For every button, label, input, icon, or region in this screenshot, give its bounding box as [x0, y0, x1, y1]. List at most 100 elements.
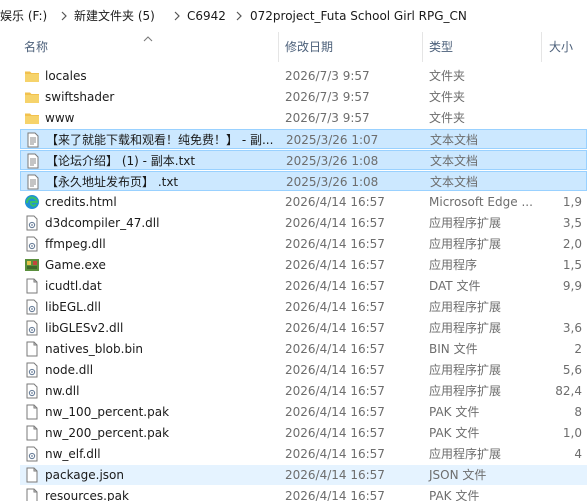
- file-date: 2026/4/14 16:57: [285, 426, 385, 440]
- file-type: PAK 文件: [429, 489, 480, 501]
- file-name: credits.html: [45, 195, 117, 209]
- file-row[interactable]: nw_elf.dll 2026/4/14 16:57 应用程序扩展 4: [20, 444, 587, 464]
- file-size: 1,0: [562, 426, 582, 440]
- file-row[interactable]: resources.pak 2026/4/14 16:57 PAK 文件: [20, 486, 587, 501]
- file-type: PAK 文件: [429, 405, 480, 419]
- file-name: 【来了就能下载和观看！纯免费！】 - 副...: [46, 133, 274, 147]
- address-bar[interactable]: 娱乐 (F:) 新建文件夹 (5) C6942 072project_Futa …: [0, 0, 587, 32]
- file-date: 2025/3/26 1:08: [286, 175, 379, 189]
- file-row[interactable]: nw.dll 2026/4/14 16:57 应用程序扩展 82,4: [20, 381, 587, 401]
- file-row[interactable]: 【永久地址发布页】 .txt 2025/3/26 1:08 文本文档: [20, 171, 587, 191]
- breadcrumb-drive[interactable]: 娱乐 (F:): [0, 7, 47, 25]
- file-name: 【论坛介绍】 (1) - 副本.txt: [46, 154, 196, 168]
- file-name: nw.dll: [45, 384, 80, 398]
- blank-file-icon: [24, 278, 40, 294]
- file-type: 应用程序扩展: [429, 447, 502, 461]
- chevron-right-icon[interactable]: [171, 7, 183, 25]
- column-divider[interactable]: [278, 32, 279, 62]
- text-file-icon: [25, 132, 41, 148]
- file-size: 1,9: [562, 195, 582, 209]
- edge-icon: [24, 194, 40, 210]
- file-row[interactable]: credits.html 2026/4/14 16:57 Microsoft Edg…: [20, 192, 587, 212]
- file-row[interactable]: nw_100_percent.pak 2026/4/14 16:57 PAK 文件 8: [20, 402, 587, 422]
- breadcrumb-current-folder[interactable]: 072project_Futa School Girl RPG_CN: [250, 7, 467, 25]
- file-name: nw_elf.dll: [45, 447, 101, 461]
- file-date: 2026/4/14 16:57: [285, 321, 385, 335]
- file-name: package.json: [45, 468, 125, 482]
- text-file-icon: [25, 174, 41, 190]
- column-divider[interactable]: [422, 32, 423, 62]
- file-row[interactable]: Game.exe 2026/4/14 16:57 应用程序 1,5: [20, 255, 587, 275]
- file-type: JSON 文件: [429, 468, 487, 482]
- blank-file-icon: [24, 488, 40, 501]
- file-type: 文本文档: [430, 154, 479, 168]
- file-name: Game.exe: [45, 258, 106, 272]
- column-divider[interactable]: [541, 32, 542, 62]
- file-row[interactable]: locales 2026/7/3 9:57 文件夹: [20, 66, 587, 86]
- breadcrumb-folder-new[interactable]: 新建文件夹 (5): [74, 7, 155, 25]
- blank-file-icon: [24, 341, 40, 357]
- chevron-right-icon[interactable]: [233, 7, 245, 25]
- dll-file-icon: [24, 299, 40, 315]
- file-name: swiftshader: [45, 90, 115, 104]
- file-size: 3,6: [562, 321, 582, 335]
- file-type: 应用程序扩展: [429, 384, 502, 398]
- file-row[interactable]: package.json 2026/4/14 16:57 JSON 文件: [20, 465, 587, 485]
- file-type: 文件夹: [429, 90, 466, 104]
- column-type[interactable]: 类型: [429, 32, 453, 62]
- file-date: 2026/4/14 16:57: [285, 195, 385, 209]
- chevron-right-icon[interactable]: [58, 7, 70, 25]
- column-name[interactable]: 名称: [24, 32, 48, 62]
- file-row[interactable]: nw_200_percent.pak 2026/4/14 16:57 PAK 文件 1…: [20, 423, 587, 443]
- file-row[interactable]: libEGL.dll 2026/4/14 16:57 应用程序扩展: [20, 297, 587, 317]
- file-list[interactable]: locales 2026/7/3 9:57 文件夹 swiftshader 2026/7…: [0, 66, 587, 501]
- file-date: 2026/4/14 16:57: [285, 216, 385, 230]
- game-exe-icon: [24, 257, 40, 273]
- file-type: 应用程序扩展: [429, 300, 502, 314]
- column-date[interactable]: 修改日期: [285, 32, 333, 62]
- file-date: 2026/4/14 16:57: [285, 342, 385, 356]
- file-type: DAT 文件: [429, 279, 481, 293]
- file-type: 文件夹: [429, 111, 466, 125]
- file-date: 2026/4/14 16:57: [285, 237, 385, 251]
- breadcrumb-folder-c6942[interactable]: C6942: [187, 7, 226, 25]
- file-type: 文本文档: [430, 133, 479, 147]
- file-type: BIN 文件: [429, 342, 478, 356]
- file-name: locales: [45, 69, 87, 83]
- file-name: node.dll: [45, 363, 94, 377]
- folder-icon: [24, 110, 40, 126]
- file-row[interactable]: icudtl.dat 2026/4/14 16:57 DAT 文件 9,9: [20, 276, 587, 296]
- file-size: 3,5: [562, 216, 582, 230]
- file-row[interactable]: ffmpeg.dll 2026/4/14 16:57 应用程序扩展 2,0: [20, 234, 587, 254]
- dll-file-icon: [24, 383, 40, 399]
- file-row[interactable]: swiftshader 2026/7/3 9:57 文件夹: [20, 87, 587, 107]
- file-type: 应用程序: [429, 258, 478, 272]
- blank-file-icon: [24, 425, 40, 441]
- file-row[interactable]: d3dcompiler_47.dll 2026/4/14 16:57 应用程序扩展 3…: [20, 213, 587, 233]
- column-size[interactable]: 大小: [549, 32, 573, 62]
- file-name: nw_200_percent.pak: [45, 426, 170, 440]
- blank-file-icon: [24, 404, 40, 420]
- file-name: resources.pak: [45, 489, 129, 501]
- file-size: 9,9: [562, 279, 582, 293]
- file-row[interactable]: node.dll 2026/4/14 16:57 应用程序扩展 5,6: [20, 360, 587, 380]
- file-row[interactable]: www 2026/7/3 9:57 文件夹: [20, 108, 587, 128]
- file-date: 2026/4/14 16:57: [285, 300, 385, 314]
- file-row[interactable]: libGLESv2.dll 2026/4/14 16:57 应用程序扩展 3,6: [20, 318, 587, 338]
- file-name: www: [45, 111, 75, 125]
- file-date: 2026/4/14 16:57: [285, 258, 385, 272]
- file-date: 2026/4/14 16:57: [285, 384, 385, 398]
- file-name: icudtl.dat: [45, 279, 102, 293]
- file-date: 2026/4/14 16:57: [285, 447, 385, 461]
- file-type: 文件夹: [429, 69, 466, 83]
- file-size: 2,0: [562, 237, 582, 251]
- file-row[interactable]: 【来了就能下载和观看！纯免费！】 - 副... 2025/3/26 1:07 文本文…: [20, 129, 587, 149]
- file-type: 应用程序扩展: [429, 363, 502, 377]
- column-header: 名称 修改日期 类型 大小: [0, 32, 587, 62]
- file-date: 2025/3/26 1:07: [286, 133, 379, 147]
- file-row[interactable]: 【论坛介绍】 (1) - 副本.txt 2025/3/26 1:08 文本文档: [20, 150, 587, 170]
- file-row[interactable]: natives_blob.bin 2026/4/14 16:57 BIN 文件 2: [20, 339, 587, 359]
- file-name: natives_blob.bin: [45, 342, 144, 356]
- file-type: 应用程序扩展: [429, 321, 502, 335]
- file-date: 2025/3/26 1:08: [286, 154, 379, 168]
